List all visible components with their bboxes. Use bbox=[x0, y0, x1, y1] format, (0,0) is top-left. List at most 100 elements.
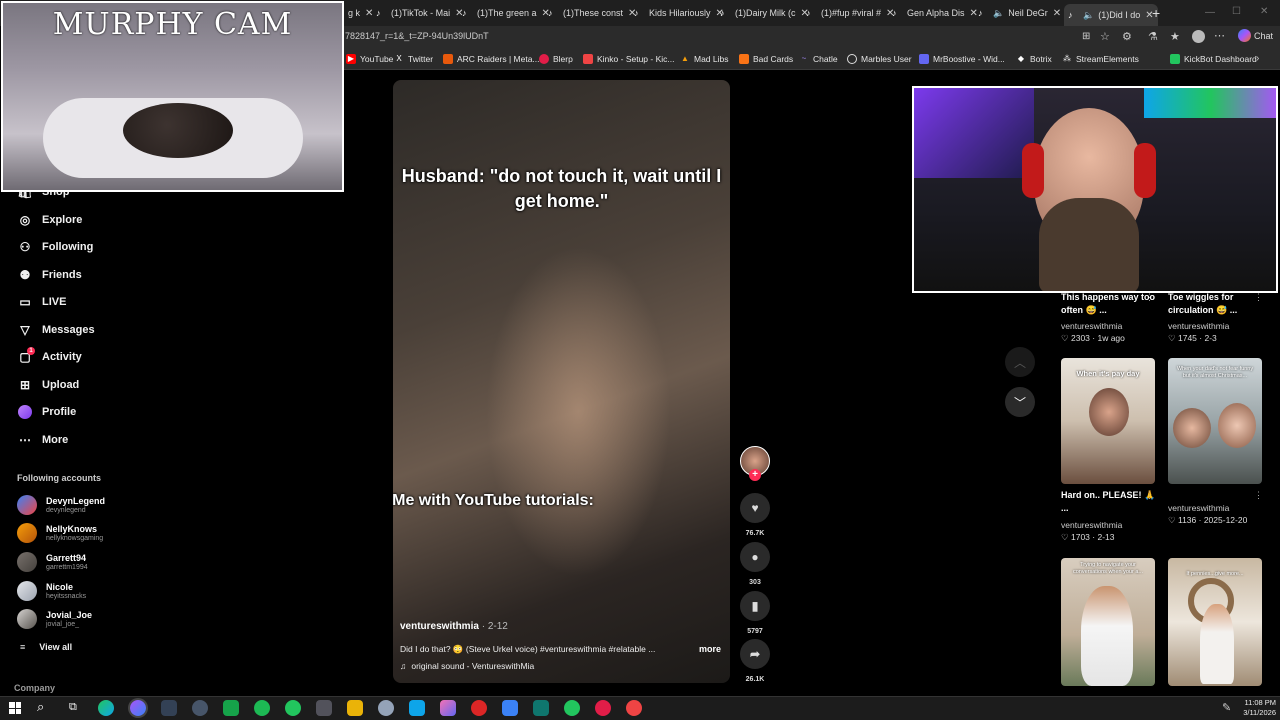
copilot-app-icon[interactable] bbox=[130, 700, 146, 716]
app-icon[interactable] bbox=[564, 700, 580, 716]
sidebar-toggle-icon[interactable]: ⊞ bbox=[1082, 31, 1090, 42]
sidebar-item-live[interactable]: ▭ LIVE bbox=[17, 294, 66, 310]
bookmark-bad-cards[interactable]: Bad Cards bbox=[739, 54, 793, 64]
bookmark-botrix[interactable]: ◆ Botrix bbox=[1016, 54, 1052, 64]
file-explorer-icon[interactable] bbox=[347, 700, 363, 716]
recommended-thumbnail[interactable]: If pennies...give more... bbox=[1168, 558, 1262, 686]
browser-tab[interactable]: ♪ 🔈 Neil DeGr ✕ bbox=[978, 4, 1061, 22]
company-link[interactable]: Company bbox=[14, 683, 55, 693]
favorites-icon[interactable]: ★ bbox=[1170, 30, 1180, 43]
task-view-icon[interactable]: ⧉ bbox=[69, 701, 77, 714]
following-account[interactable]: Nicole heyitssnacks bbox=[17, 581, 86, 601]
following-account[interactable]: NellyKnows nellyknowsgaming bbox=[17, 523, 103, 543]
recommended-thumbnail[interactable]: When your dad's not fear funny but it's … bbox=[1168, 358, 1262, 484]
obs-icon[interactable] bbox=[192, 700, 208, 716]
recommended-user[interactable]: ventureswithmia bbox=[1061, 321, 1122, 331]
app-icon[interactable] bbox=[595, 700, 611, 716]
next-video-button[interactable]: ﹀ bbox=[1005, 387, 1035, 417]
bookmark-streamelements[interactable]: ⁂ StreamElements bbox=[1062, 54, 1139, 64]
follow-plus-icon[interactable]: + bbox=[749, 469, 761, 481]
edge-icon[interactable] bbox=[98, 700, 114, 716]
app-icon[interactable] bbox=[409, 700, 425, 716]
more-options-icon[interactable]: ⋮ bbox=[1254, 490, 1263, 501]
previous-video-button[interactable]: ︿ bbox=[1005, 347, 1035, 377]
app-icon[interactable] bbox=[502, 700, 518, 716]
app-icon[interactable] bbox=[223, 700, 239, 716]
app-icon[interactable] bbox=[161, 700, 177, 716]
kick-icon[interactable] bbox=[285, 700, 301, 716]
browser-tab-active[interactable]: ♪ 🔈 (1)Did I do ✕ bbox=[1064, 4, 1158, 26]
chevron-right-icon[interactable]: › bbox=[1256, 53, 1259, 64]
view-all-link[interactable]: ≡ View all bbox=[20, 642, 72, 652]
sidebar-item-upload[interactable]: ⊞ Upload bbox=[17, 377, 79, 393]
browser-tab[interactable]: ♪ Kids Hilariously ✕ bbox=[634, 4, 724, 22]
app-icon[interactable] bbox=[316, 700, 332, 716]
bookmark-arc-raiders[interactable]: ARC Raiders | Meta... bbox=[443, 54, 540, 64]
sidebar-item-friends[interactable]: ⚉ Friends bbox=[17, 267, 82, 283]
recommended-user[interactable]: ventureswithmia bbox=[1168, 321, 1229, 331]
browser-tab[interactable]: ♪ (1)TikTok - Mai ✕ bbox=[376, 4, 464, 22]
recommended-thumbnail[interactable]: When it's pay day bbox=[1061, 358, 1155, 484]
system-clock[interactable]: 11:08 PM 3/11/2026 bbox=[1240, 698, 1276, 718]
following-account[interactable]: DevynLegend devynlegend bbox=[17, 495, 105, 515]
pen-icon[interactable]: ✎ bbox=[1222, 701, 1231, 714]
recommended-user[interactable]: ventureswithmia bbox=[1061, 520, 1122, 530]
bookmark-chatle[interactable]: ~ Chatle bbox=[799, 54, 838, 64]
sidebar-item-messages[interactable]: ▽ Messages bbox=[17, 322, 94, 338]
sidebar-item-more[interactable]: ⋯ More bbox=[17, 432, 68, 448]
more-options-icon[interactable]: ⋮ bbox=[1145, 490, 1154, 501]
bookmark-mrboostive[interactable]: MrBoostive - Wid... bbox=[919, 54, 1005, 64]
spotify-icon[interactable] bbox=[254, 700, 270, 716]
menu-icon[interactable]: ⋯ bbox=[1214, 29, 1225, 42]
url-input[interactable]: 7828147_r=1&_t=ZP-94Un39lUDnT bbox=[345, 31, 489, 41]
app-icon[interactable] bbox=[626, 700, 642, 716]
following-account[interactable]: Jovial_Joe jovial_joe_ bbox=[17, 609, 92, 629]
app-icon[interactable] bbox=[533, 700, 549, 716]
app-icon[interactable] bbox=[471, 700, 487, 716]
bookmark-mad-libs[interactable]: ▲ Mad Libs bbox=[680, 54, 728, 64]
recommended-user[interactable]: ventureswithmia bbox=[1168, 503, 1229, 513]
recommended-thumbnail[interactable]: Trying to navigate your conversations wh… bbox=[1061, 558, 1155, 686]
recommended-title[interactable]: This happens way too often 😅 ... bbox=[1061, 291, 1156, 317]
settings-icon[interactable]: ⚗ bbox=[1148, 30, 1158, 43]
windows-start-icon[interactable] bbox=[9, 702, 21, 714]
save-button[interactable]: ▮ 5797 bbox=[740, 591, 770, 635]
sidebar-item-activity[interactable]: ▢ 1 Activity bbox=[17, 347, 82, 365]
browser-tab[interactable]: g k ✕ bbox=[348, 4, 373, 22]
bookmark-kinko[interactable]: Kinko - Setup - Kic... bbox=[583, 54, 674, 64]
profile-avatar[interactable] bbox=[1192, 30, 1205, 43]
bookmark-kickbot[interactable]: KickBot Dashboard bbox=[1170, 54, 1257, 64]
maximize-icon[interactable]: ☐ bbox=[1232, 6, 1241, 17]
recommended-title[interactable]: Hard on.. PLEASE! 🙏 ... bbox=[1061, 489, 1156, 515]
new-tab-icon[interactable]: + bbox=[1152, 5, 1160, 21]
close-tab-icon[interactable]: ✕ bbox=[970, 8, 978, 19]
recommended-title[interactable]: Toe wiggles for circulation 😅 ... bbox=[1168, 291, 1263, 317]
more-button[interactable]: more bbox=[699, 644, 721, 654]
sidebar-item-following[interactable]: ⚇ Following bbox=[17, 239, 94, 255]
video-player[interactable]: Husband: "do not touch it, wait until I … bbox=[393, 80, 730, 683]
bookmark-marbles[interactable]: Marbles User bbox=[847, 54, 912, 64]
more-options-icon[interactable]: ⋮ bbox=[1145, 292, 1154, 303]
browser-tab[interactable]: ♪ (1)These const ✕ bbox=[548, 4, 636, 22]
copilot-icon[interactable] bbox=[1238, 29, 1251, 42]
browser-tab[interactable]: ♪ (1)Dairy Milk (c ✕ bbox=[720, 4, 809, 22]
bookmark-twitter[interactable]: X Twitter bbox=[394, 54, 433, 64]
extensions-icon[interactable]: ⚙ bbox=[1122, 30, 1132, 43]
bookmark-youtube[interactable]: ▶ YouTube bbox=[346, 54, 393, 64]
app-icon[interactable] bbox=[440, 700, 456, 716]
sidebar-item-explore[interactable]: ◎ Explore bbox=[17, 212, 83, 228]
chat-button[interactable]: Chat bbox=[1254, 31, 1273, 41]
app-icon[interactable] bbox=[378, 700, 394, 716]
close-tab-icon[interactable]: ✕ bbox=[365, 8, 373, 19]
close-tab-icon[interactable]: ✕ bbox=[1053, 8, 1061, 19]
minimize-icon[interactable]: — bbox=[1205, 7, 1215, 18]
share-button[interactable]: ➦ 26.1K bbox=[740, 639, 770, 683]
search-icon[interactable]: ⌕ bbox=[37, 699, 44, 715]
close-window-icon[interactable]: ✕ bbox=[1260, 6, 1268, 17]
comment-button[interactable]: ● 303 bbox=[740, 542, 770, 586]
browser-tab[interactable]: ♪ (1)The green a ✕ bbox=[462, 4, 550, 22]
bookmark-blerp[interactable]: Blerp bbox=[539, 54, 573, 64]
like-button[interactable]: ♥ 76.7K bbox=[740, 493, 770, 537]
browser-tab[interactable]: ♪ Gen Alpha Dis ✕ bbox=[892, 4, 978, 22]
browser-tab[interactable]: ♪ (1)#fup #viral # ✕ bbox=[806, 4, 894, 22]
